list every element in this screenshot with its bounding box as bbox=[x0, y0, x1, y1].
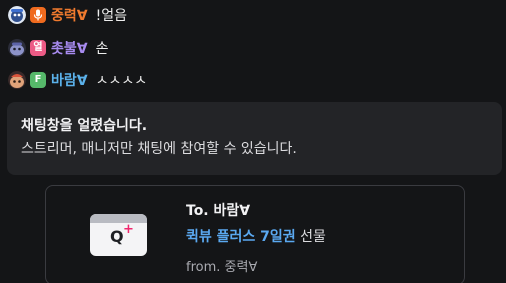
chat-freeze-notice: 채팅창을 얼렸습니다. 스트리머, 매니저만 채팅에 참여할 수 있습니다. bbox=[7, 102, 502, 175]
chat-message-text: ㅅㅅㅅㅅ bbox=[95, 73, 148, 89]
chat-message-text: !얼음 bbox=[95, 8, 127, 24]
chat-nickname[interactable]: 바람∀ bbox=[51, 70, 88, 90]
chat-panel: 중력∀ !얼음 열 촛불∀ 손 F 바람∀ ㅅㅅㅅㅅ 채팅창을 얼렸습니다. 스… bbox=[0, 0, 506, 283]
notice-body: 스트리머, 매니저만 채팅에 참여할 수 있습니다. bbox=[21, 141, 297, 157]
user-avatar-icon[interactable] bbox=[8, 39, 26, 57]
gift-item: 퀵뷰 플러스 7일권 선물 bbox=[186, 226, 326, 246]
microphone-icon bbox=[30, 7, 46, 23]
fan-badge-icon: F bbox=[30, 72, 46, 88]
qview-plus-ticket-icon: Q + bbox=[90, 214, 147, 256]
gift-sender: from. 중력∀ bbox=[186, 260, 258, 275]
user-avatar-icon[interactable] bbox=[8, 6, 26, 24]
chat-message-text: 손 bbox=[95, 41, 109, 57]
chat-message: 열 촛불∀ 손 bbox=[8, 37, 109, 59]
gift-item-name: 퀵뷰 플러스 7일권 bbox=[186, 229, 296, 245]
chat-nickname[interactable]: 중력∀ bbox=[51, 5, 88, 25]
fan-badge-icon: 열 bbox=[30, 40, 46, 56]
gift-item-suffix: 선물 bbox=[295, 229, 326, 245]
notice-title: 채팅창을 얼렸습니다. bbox=[21, 118, 148, 134]
user-avatar-icon[interactable] bbox=[8, 71, 26, 89]
chat-message: 중력∀ !얼음 bbox=[8, 4, 127, 26]
gift-recipient: To. 바람∀ bbox=[186, 203, 251, 219]
chat-nickname[interactable]: 촛불∀ bbox=[51, 38, 88, 58]
gift-card: Q + To. 바람∀ 퀵뷰 플러스 7일권 선물 from. 중력∀ bbox=[45, 185, 465, 283]
chat-message: F 바람∀ ㅅㅅㅅㅅ bbox=[8, 69, 147, 91]
